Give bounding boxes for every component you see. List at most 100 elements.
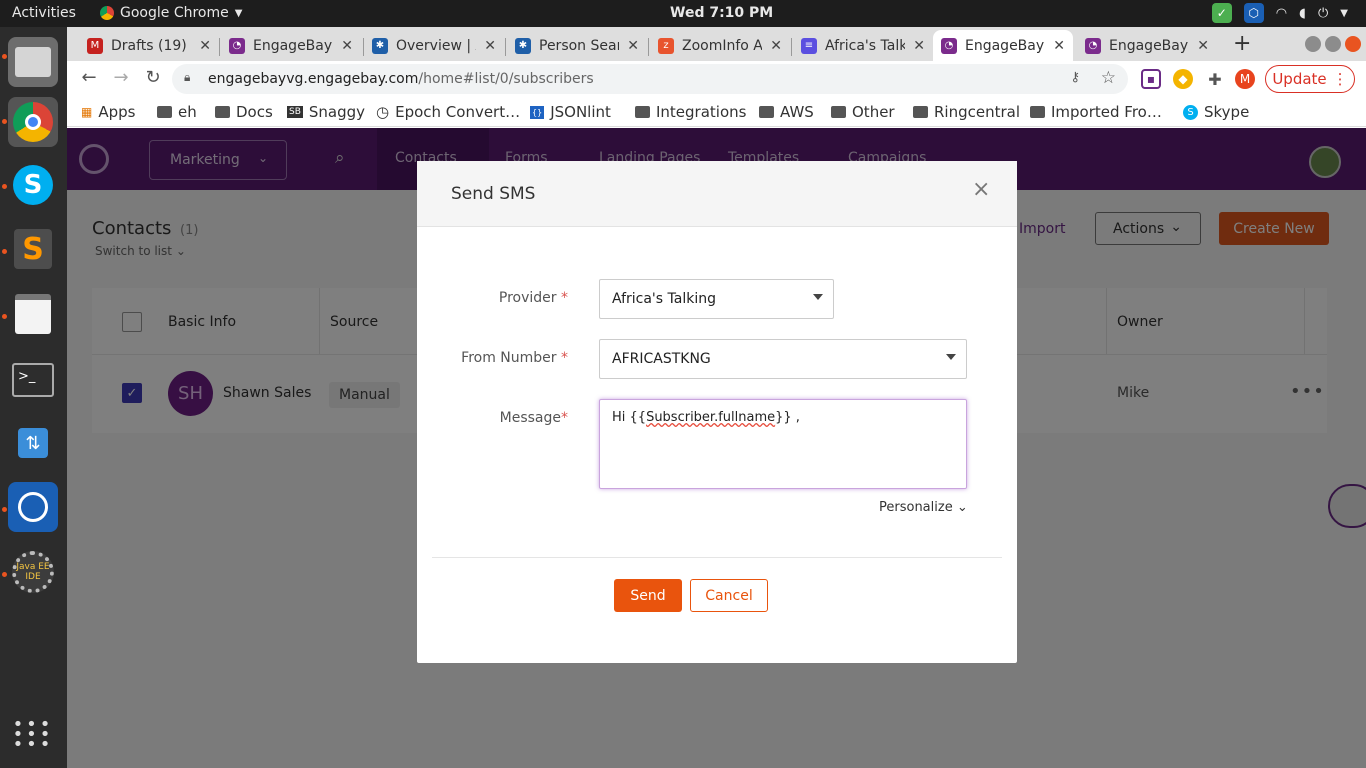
lock-icon[interactable]: 🔒︎ (184, 70, 190, 85)
extension-icon[interactable]: ◆ (1173, 69, 1193, 89)
skype-dock-icon[interactable]: S (8, 160, 58, 210)
bookmark-folder-eh[interactable]: eh (157, 103, 197, 121)
new-tab-button[interactable]: + (1233, 31, 1251, 56)
chevron-down-icon: ⌄ (956, 500, 968, 515)
chrome-icon (100, 6, 114, 20)
back-icon[interactable]: ← (77, 67, 101, 88)
power-icon[interactable]: ⏻ (1318, 6, 1328, 21)
sublime-text-icon[interactable]: S (8, 224, 58, 274)
divider (432, 557, 1002, 558)
close-window-button[interactable] (1345, 36, 1361, 52)
app-menu[interactable]: Google Chrome ▼ (100, 5, 242, 21)
running-indicator (2, 507, 7, 512)
bookmark-folder-docs[interactable]: Docs (215, 103, 273, 121)
close-tab-icon[interactable]: ✕ (770, 38, 782, 54)
message-textarea[interactable]: Hi {{Subscriber.fullname}} , (599, 399, 967, 489)
close-tab-icon[interactable]: ✕ (341, 38, 353, 54)
bookmark-label: JSONlint (550, 103, 611, 121)
browser-window: M Drafts (19) - ✕ ◔ EngageBay ✕ ✱ Overview | … (67, 27, 1366, 768)
url-text[interactable]: engagebayvg.engagebay.com/home#list/0/su… (208, 71, 594, 87)
bookmark-jsonlint[interactable]: {} JSONlint (530, 103, 611, 121)
bookmark-label: Imported Fro… (1051, 103, 1162, 121)
bookmark-label: Apps (98, 103, 136, 121)
close-tab-icon[interactable]: ✕ (1197, 38, 1209, 54)
snowflake-icon: ✱ (515, 37, 531, 54)
volume-icon[interactable]: ◖ (1299, 6, 1306, 21)
maximize-button[interactable] (1325, 36, 1341, 52)
profile-avatar[interactable]: M (1235, 69, 1255, 89)
tab-strip: M Drafts (19) - ✕ ◔ EngageBay ✕ ✱ Overview | … (67, 27, 1366, 61)
bookmark-folder-ringcentral[interactable]: Ringcentral (913, 103, 1020, 121)
browser-tab[interactable]: z ZoomInfo A ✕ (650, 30, 790, 61)
update-button[interactable]: Update ⋮ (1265, 65, 1355, 93)
files-icon[interactable] (8, 37, 58, 87)
puzzle-icon[interactable]: ✚ (1205, 69, 1225, 89)
bookmark-folder-integrations[interactable]: Integrations (635, 103, 746, 121)
bookmark-epoch[interactable]: ◷ Epoch Convert… (376, 103, 520, 121)
bookmark-folder-aws[interactable]: AWS (759, 103, 814, 121)
browser-tab[interactable]: ◔ EngageBay ✕ (1077, 30, 1217, 61)
running-indicator (2, 184, 7, 189)
provider-label: Provider * (408, 290, 568, 306)
key-icon[interactable]: ⚷ (1070, 70, 1080, 85)
text-editor-icon[interactable] (8, 289, 58, 339)
java-ee-ide-icon[interactable]: Java EE IDE (8, 547, 58, 597)
network-manager-icon[interactable] (8, 482, 58, 532)
address-bar[interactable]: 🔒︎ engagebayvg.engagebay.com/home#list/0… (172, 64, 1128, 94)
screen-extension-icon[interactable]: ▪ (1141, 69, 1161, 89)
show-applications-icon[interactable]: ••• ••• ••• (8, 710, 58, 760)
running-indicator (2, 314, 7, 319)
chevron-down-icon: ▼ (234, 7, 243, 19)
bookmark-skype[interactable]: S Skype (1183, 103, 1249, 121)
browser-tab[interactable]: ✱ Person Sear ✕ (507, 30, 647, 61)
tab-title: EngageBay (253, 37, 333, 54)
folder-icon (759, 106, 774, 118)
close-tab-icon[interactable]: ✕ (627, 38, 639, 54)
modal-header: Send SMS × (417, 161, 1017, 227)
reload-icon[interactable]: ↻ (141, 67, 165, 88)
personalize-dropdown[interactable]: Personalize ⌄ (879, 500, 968, 515)
provider-label-text: Provider (498, 290, 557, 306)
check-icon[interactable]: ✓ (1211, 3, 1232, 23)
bookmark-folder-other[interactable]: Other (831, 103, 895, 121)
close-icon[interactable]: × (972, 177, 990, 202)
engagebay-icon: ◔ (1085, 37, 1101, 54)
message-label-text: Message (499, 410, 561, 426)
system-tray[interactable]: ✓ ⬡ ◠ ◖ ⏻ ▼ (1211, 3, 1348, 23)
personalize-label: Personalize (879, 500, 953, 515)
message-prefix: Hi {{ (612, 410, 647, 425)
bookmark-folder-imported[interactable]: Imported Fro… (1030, 103, 1162, 121)
caret-down-icon (813, 294, 823, 300)
cancel-button[interactable]: Cancel (690, 579, 768, 612)
close-tab-icon[interactable]: ✕ (199, 38, 211, 54)
close-tab-icon[interactable]: ✕ (913, 38, 925, 54)
tab-separator (791, 38, 792, 56)
transfer-icon[interactable]: ⇅ (8, 418, 58, 468)
wifi-icon[interactable]: ◠ (1276, 6, 1287, 21)
bookmark-apps[interactable]: ▦ Apps (81, 103, 135, 121)
clock[interactable]: Wed 7:10 PM (670, 5, 773, 21)
browser-tab[interactable]: ≡ Africa's Talk ✕ (793, 30, 933, 61)
tab-title: Person Sear (539, 37, 620, 54)
browser-tab[interactable]: ✱ Overview | Ar ✕ (364, 30, 504, 61)
forward-icon[interactable]: → (109, 67, 133, 88)
close-tab-icon[interactable]: ✕ (1053, 38, 1065, 54)
close-tab-icon[interactable]: ✕ (484, 38, 496, 54)
bookmark-label: eh (178, 103, 197, 121)
activities-button[interactable]: Activities (12, 5, 76, 21)
app-menu-label: Google Chrome (120, 5, 229, 21)
chevron-down-icon[interactable]: ▼ (1340, 8, 1348, 19)
browser-tab[interactable]: ◔ EngageBay ✕ (221, 30, 361, 61)
terminal-icon[interactable]: >_ (8, 355, 58, 405)
send-button[interactable]: Send (614, 579, 682, 612)
browser-tab[interactable]: M Drafts (19) - ✕ (79, 30, 219, 61)
chrome-dock-icon[interactable] (8, 97, 58, 147)
provider-select[interactable]: Africa's Talking (599, 279, 834, 319)
from-number-select[interactable]: AFRICASTKNG (599, 339, 967, 379)
browser-tab-active[interactable]: ◔ EngageBay ✕ (933, 30, 1073, 61)
bookmark-snaggy[interactable]: SB Snaggy (287, 103, 365, 121)
network-tool-icon[interactable]: ⬡ (1243, 3, 1264, 23)
minimize-button[interactable] (1305, 36, 1321, 52)
engagebay-icon: ◔ (229, 37, 245, 54)
bookmark-star-icon[interactable]: ☆ (1101, 68, 1116, 88)
